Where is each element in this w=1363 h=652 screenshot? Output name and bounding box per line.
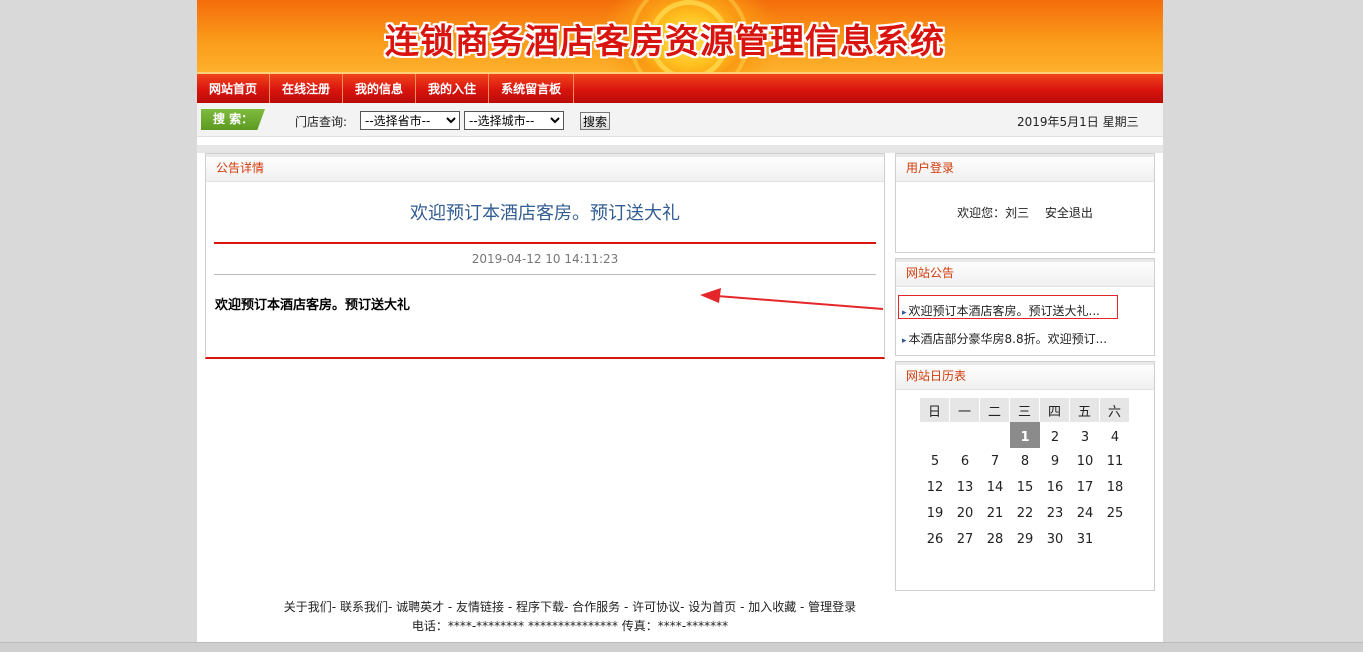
calendar-empty-cell <box>920 422 950 448</box>
nav-item-my-checkin[interactable]: 我的入住 <box>416 74 490 103</box>
nav-item-my-info[interactable]: 我的信息 <box>343 74 417 103</box>
calendar-day[interactable]: 3 <box>1070 422 1100 448</box>
calendar-day[interactable]: 14 <box>980 474 1010 500</box>
search-bar: 搜 索： 门店查询: --选择省市-- --选择城市-- 搜索 2019年5月1… <box>197 103 1163 137</box>
bullet-icon: ▸ <box>902 308 907 318</box>
calendar-day[interactable]: 19 <box>920 500 950 526</box>
calendar-day[interactable]: 30 <box>1040 526 1070 552</box>
footer-contact: 电话：****-******** *************** 传真：****… <box>411 619 729 633</box>
news-item[interactable]: ▸ 欢迎预订本酒店客房。预订送大礼... <box>902 302 1100 319</box>
calendar-day[interactable]: 8 <box>1010 448 1040 474</box>
weekday-header: 四 <box>1040 398 1070 422</box>
calendar-day[interactable]: 23 <box>1040 500 1070 526</box>
site-news-heading: 网站公告 <box>896 259 1154 287</box>
calendar-day[interactable]: 31 <box>1070 526 1100 552</box>
calendar-day[interactable]: 17 <box>1070 474 1100 500</box>
calendar-day[interactable]: 1 <box>1010 422 1040 448</box>
current-date: 2019年5月1日 星期三 <box>1017 115 1139 129</box>
calendar-empty-cell <box>980 422 1010 448</box>
date-divider <box>214 274 876 275</box>
calendar-day[interactable]: 27 <box>950 526 980 552</box>
bullet-icon: ▸ <box>902 336 907 346</box>
search-button[interactable]: 搜索 <box>580 112 611 130</box>
weekday-header: 六 <box>1100 398 1130 422</box>
calendar-day[interactable]: 18 <box>1100 474 1130 500</box>
notice-title: 欢迎预订本酒店客房。预订送大礼 <box>410 203 680 224</box>
calendar-week-row: 12 13 14 15 16 17 18 <box>920 474 1130 500</box>
calendar-week-row: 5 6 7 8 9 10 11 <box>920 448 1130 474</box>
calendar-table: 日 一 二 三 四 五 六 1 2 3 4 5 6 7 8 9 10 11 12 13 14 15 16 17 1… <box>920 398 1130 552</box>
calendar-day[interactable]: 9 <box>1040 448 1070 474</box>
calendar-day[interactable]: 5 <box>920 448 950 474</box>
calendar-day[interactable]: 26 <box>920 526 950 552</box>
calendar-day[interactable]: 11 <box>1100 448 1130 474</box>
calendar-day[interactable]: 12 <box>920 474 950 500</box>
user-login-heading: 用户登录 <box>896 154 1154 182</box>
welcome-line: 欢迎您：刘三 安全退出 <box>896 204 1154 221</box>
window-bottom-strip <box>0 642 1363 652</box>
calendar-week-row: 19 20 21 22 23 24 25 <box>920 500 1130 526</box>
footer-links[interactable]: 关于我们- 联系我们- 诚聘英才 - 友情链接 - 程序下载- 合作服务 - 许… <box>197 598 943 615</box>
news-item-text: 欢迎预订本酒店客房。预订送大礼... <box>908 304 1100 318</box>
calendar-day[interactable]: 13 <box>950 474 980 500</box>
calendar-day[interactable]: 2 <box>1040 422 1070 448</box>
news-item-text: 本酒店部分豪华房8.8折。欢迎预订... <box>908 332 1108 346</box>
search-tag-label: 搜 索： <box>201 109 265 130</box>
weekday-header: 日 <box>920 398 950 422</box>
calendar-day[interactable]: 24 <box>1070 500 1100 526</box>
site-banner: 连锁商务酒店客房资源管理信息系统 <box>197 0 1163 100</box>
calendar-day[interactable]: 22 <box>1010 500 1040 526</box>
calendar-day[interactable]: 25 <box>1100 500 1130 526</box>
city-select[interactable]: --选择城市-- <box>464 111 564 130</box>
calendar-body: 1 2 3 4 5 6 7 8 9 10 11 12 13 14 15 16 17 18 19 20 21 22 23 24 2… <box>920 422 1130 552</box>
notice-detail-heading: 公告详情 <box>206 154 884 182</box>
weekday-header: 三 <box>1010 398 1040 422</box>
calendar-day[interactable]: 6 <box>950 448 980 474</box>
calendar-day[interactable]: 4 <box>1100 422 1130 448</box>
store-query-label: 门店查询: <box>295 115 348 129</box>
calendar-weekday-row: 日 一 二 三 四 五 六 <box>920 398 1130 422</box>
calendar-week-row: 26 27 28 29 30 31 <box>920 526 1130 552</box>
calendar-day[interactable]: 10 <box>1070 448 1100 474</box>
calendar-heading: 网站日历表 <box>896 362 1154 390</box>
title-divider <box>214 242 876 244</box>
logout-link[interactable]: 安全退出 <box>1045 206 1093 220</box>
main-nav: 网站首页 在线注册 我的信息 我的入住 系统留言板 <box>197 72 1163 103</box>
calendar-panel: 网站日历表 日 一 二 三 四 五 六 1 2 3 4 5 6 7 8 9 10 11 12 13 14 1… <box>895 361 1155 591</box>
calendar-day[interactable]: 7 <box>980 448 1010 474</box>
notice-body: 欢迎预订本酒店客房。预订送大礼 <box>215 298 411 313</box>
page-container: 连锁商务酒店客房资源管理信息系统 网站首页 在线注册 我的信息 我的入住 系统留… <box>197 0 1163 642</box>
calendar-day[interactable]: 29 <box>1010 526 1040 552</box>
notice-date: 2019-04-12 10 14:11:23 <box>471 252 619 266</box>
calendar-day[interactable]: 21 <box>980 500 1010 526</box>
welcome-text: 欢迎您：刘三 <box>957 206 1030 220</box>
site-news-panel: 网站公告 ▸ 欢迎预订本酒店客房。预订送大礼... ▸ 本酒店部分豪华房8.8折。欢… <box>895 258 1155 356</box>
weekday-header: 一 <box>950 398 980 422</box>
calendar-day[interactable]: 28 <box>980 526 1010 552</box>
nav-item-register[interactable]: 在线注册 <box>270 74 344 103</box>
weekday-header: 二 <box>980 398 1010 422</box>
calendar-day[interactable]: 15 <box>1010 474 1040 500</box>
site-title: 连锁商务酒店客房资源管理信息系统 <box>385 22 945 62</box>
notice-detail-panel: 公告详情 欢迎预订本酒店客房。预订送大礼 2019-04-12 10 14:11… <box>205 153 885 359</box>
nav-item-message-board[interactable]: 系统留言板 <box>489 74 575 103</box>
section-divider <box>197 145 1163 153</box>
calendar-day[interactable]: 20 <box>950 500 980 526</box>
calendar-day[interactable]: 16 <box>1040 474 1070 500</box>
weekday-header: 五 <box>1070 398 1100 422</box>
user-login-panel: 用户登录 欢迎您：刘三 安全退出 <box>895 153 1155 253</box>
nav-item-home[interactable]: 网站首页 <box>197 74 271 103</box>
calendar-empty-cell <box>950 422 980 448</box>
calendar-week-row: 1234 <box>920 422 1130 448</box>
province-select[interactable]: --选择省市-- <box>360 111 460 130</box>
news-item[interactable]: ▸ 本酒店部分豪华房8.8折。欢迎预订... <box>902 330 1107 347</box>
calendar-empty-cell <box>1100 526 1130 552</box>
